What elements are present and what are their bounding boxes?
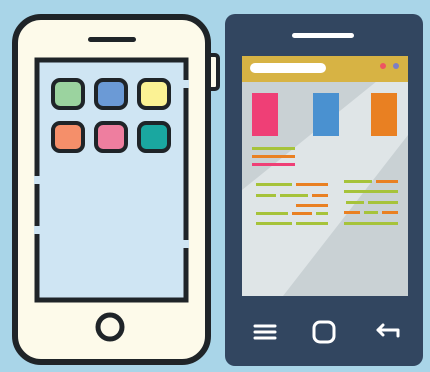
text-line (296, 183, 328, 186)
text-line (346, 201, 364, 204)
text-line (256, 183, 292, 186)
app-icon[interactable] (51, 121, 85, 153)
screen-edge-gap (34, 226, 41, 234)
text-line (376, 180, 398, 183)
android-phone (225, 14, 423, 366)
text-line (312, 194, 328, 197)
status-dot (380, 63, 386, 69)
text-line (368, 201, 398, 204)
status-dot (393, 63, 399, 69)
app-icon[interactable] (137, 121, 171, 153)
screen-edge-gap (182, 80, 189, 88)
address-bar[interactable] (250, 63, 326, 73)
text-line (252, 155, 295, 158)
text-line (256, 222, 292, 225)
text-line (252, 163, 295, 166)
screen-edge-gap (182, 240, 189, 248)
text-line (292, 212, 312, 215)
content-block (252, 93, 278, 136)
content-block (371, 93, 397, 136)
screen-edge-gap (34, 176, 41, 184)
text-line (280, 194, 308, 197)
text-line (364, 211, 378, 214)
text-line (252, 147, 295, 150)
iphone (12, 14, 220, 365)
text-line (256, 194, 276, 197)
app-icon[interactable] (94, 78, 128, 110)
text-line (296, 222, 328, 225)
app-icon[interactable] (137, 78, 171, 110)
text-line (344, 190, 398, 193)
phones-illustration (0, 0, 430, 372)
text-line (344, 211, 360, 214)
text-line (344, 180, 372, 183)
app-icon[interactable] (51, 78, 85, 110)
app-icon[interactable] (94, 121, 128, 153)
content-block (313, 93, 339, 136)
speaker-icon (88, 37, 136, 42)
text-line (344, 222, 398, 225)
text-line (256, 212, 288, 215)
home-button-icon[interactable] (95, 312, 125, 342)
text-line (316, 212, 328, 215)
text-line (296, 204, 328, 207)
text-line (382, 211, 398, 214)
speaker-icon (292, 33, 354, 38)
